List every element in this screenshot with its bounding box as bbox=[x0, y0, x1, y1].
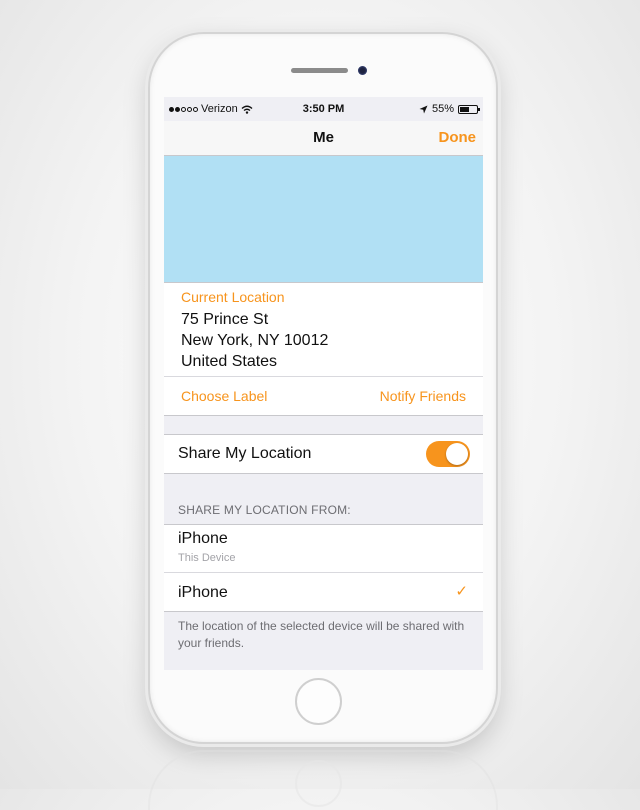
device-row-selected[interactable]: iPhone ✓ bbox=[164, 572, 483, 612]
share-my-location-row: Share My Location bbox=[164, 434, 483, 474]
map-view[interactable] bbox=[164, 156, 483, 283]
page-title: Me bbox=[313, 129, 334, 146]
notify-friends-button[interactable]: Notify Friends bbox=[380, 388, 466, 404]
device-name: iPhone bbox=[178, 530, 228, 547]
current-location-label: Current Location bbox=[181, 289, 285, 305]
share-from-section-header: SHARE MY LOCATION FROM: bbox=[178, 503, 351, 517]
address-line-2: New York, NY 10012 bbox=[181, 332, 329, 349]
address-line-1: 75 Prince St bbox=[181, 311, 269, 328]
current-location-card: Current Location 75 Prince St New York, … bbox=[164, 283, 483, 377]
share-my-location-label: Share My Location bbox=[178, 445, 312, 462]
device-name: iPhone bbox=[178, 584, 228, 601]
screen: Verizon 3:50 PM 55% Me Done Current Loca… bbox=[164, 97, 483, 670]
share-location-toggle[interactable] bbox=[426, 441, 470, 467]
battery-icon bbox=[458, 104, 480, 114]
front-camera bbox=[358, 66, 367, 75]
location-actions: Choose Label Notify Friends bbox=[164, 377, 483, 416]
home-button[interactable] bbox=[295, 678, 342, 725]
done-button[interactable]: Done bbox=[439, 129, 477, 146]
home-button-reflection bbox=[295, 760, 342, 807]
battery-percent: 55% bbox=[431, 103, 454, 115]
navigation-bar: Me Done bbox=[164, 121, 483, 156]
device-subtitle: This Device bbox=[178, 552, 236, 564]
checkmark-icon: ✓ bbox=[455, 583, 468, 600]
share-footer-note: The location of the selected device will… bbox=[178, 619, 465, 650]
device-row-this-device[interactable]: iPhone This Device bbox=[164, 524, 483, 572]
status-bar: Verizon 3:50 PM 55% bbox=[164, 97, 483, 121]
choose-label-button[interactable]: Choose Label bbox=[181, 388, 267, 404]
toggle-knob bbox=[446, 443, 468, 465]
status-right: 55% bbox=[419, 103, 480, 115]
location-arrow-icon bbox=[419, 105, 428, 113]
earpiece-speaker bbox=[291, 68, 348, 73]
address-line-3: United States bbox=[181, 353, 278, 370]
